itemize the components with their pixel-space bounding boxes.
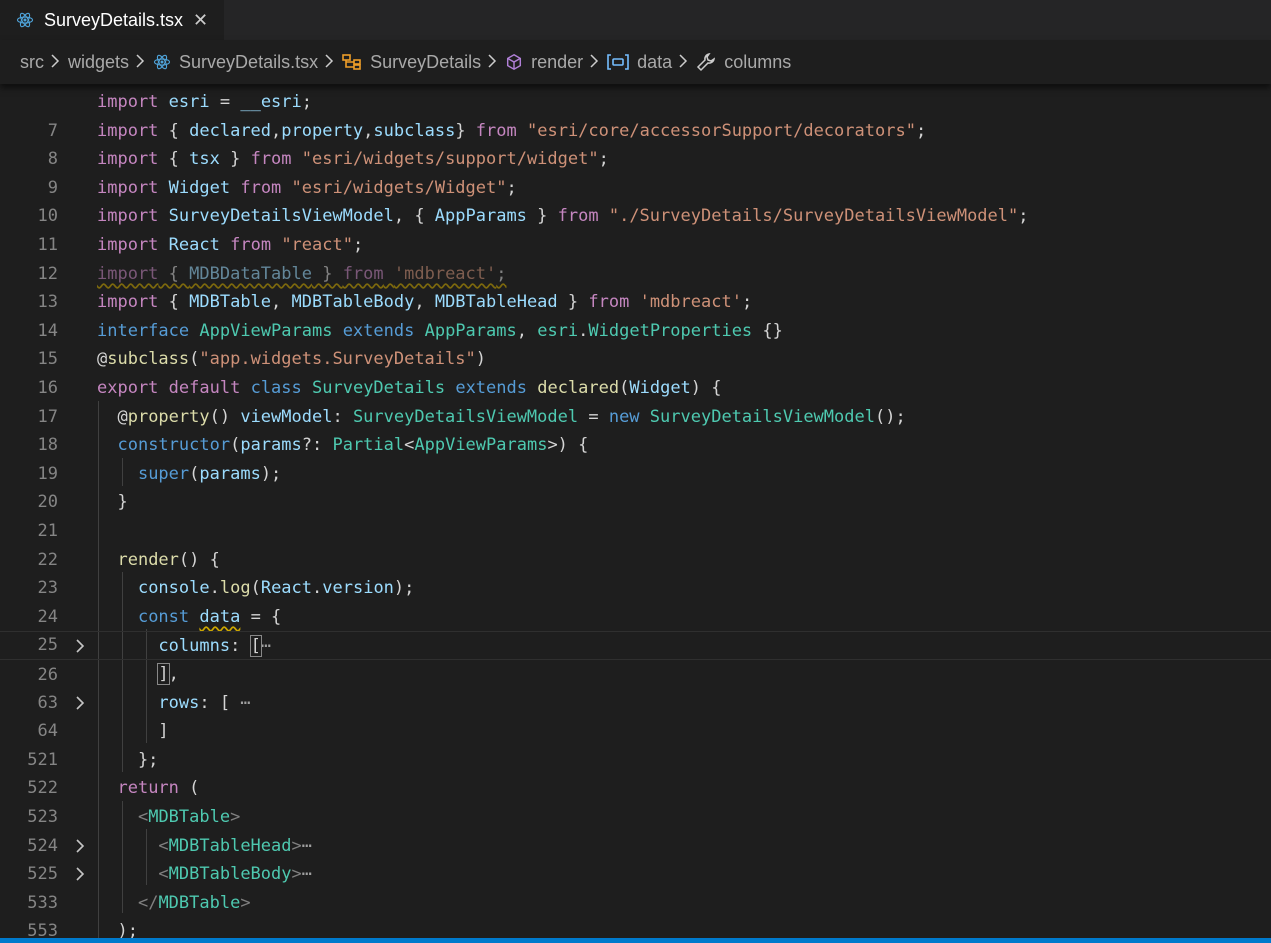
code-line: 63 ], — [0, 660, 1271, 713]
code-text: import { tsx } from "esri/widgets/suppor… — [97, 149, 609, 170]
code-text: constructor(params?: Partial<AppViewPara… — [117, 435, 589, 456]
code-text: export default class SurveyDetails exten… — [97, 378, 722, 398]
code-line: 553 </MDBTable> — [0, 889, 1271, 940]
react-icon — [16, 11, 34, 29]
code-text: import { MDBTable, MDBTableBody, MDBTabl… — [97, 292, 753, 313]
code-line: 554 ); — [0, 917, 1271, 940]
code-text: </MDBTable> — [137, 892, 251, 913]
code-line: 19 constructor(params?: Partial<AppViewP… — [0, 431, 1271, 484]
breadcrumb-method[interactable]: render — [505, 52, 607, 73]
chevron-right-icon — [589, 52, 599, 73]
code-text: <MDBTableBody>⋯ — [158, 864, 312, 885]
code-line: 23 render() { — [0, 546, 1271, 599]
react-icon — [153, 53, 171, 71]
code-line: 523 return ( — [0, 774, 1271, 827]
code-line: 64 rows: [ ⋯ — [0, 689, 1271, 742]
breadcrumb-file[interactable]: SurveyDetails.tsx — [153, 52, 342, 73]
code-text: ); — [97, 921, 138, 940]
code-text: ] — [97, 721, 169, 742]
code-text: super(params); — [137, 463, 282, 484]
tab-bar: SurveyDetails.tsx ✕ — [0, 0, 1271, 40]
breadcrumb-variable[interactable]: data — [607, 52, 696, 73]
tab-label: SurveyDetails.tsx — [44, 9, 184, 30]
variable-icon — [607, 54, 629, 70]
breadcrumb-src[interactable]: src — [20, 52, 68, 73]
breadcrumb-class[interactable]: SurveyDetails — [342, 52, 505, 73]
code-text: } — [97, 492, 128, 513]
code-line: 20 super(params); — [0, 460, 1271, 513]
code-text: import Widget from "esri/widgets/Widget"… — [97, 177, 517, 198]
code-line: 25 const data = { — [0, 603, 1271, 656]
chevron-right-icon — [324, 52, 334, 73]
code-line: 525 <MDBTableHead>⋯ — [0, 832, 1271, 885]
chevron-right-icon — [487, 52, 497, 73]
chevron-right-icon — [135, 52, 145, 73]
breadcrumb-widgets[interactable]: widgets — [68, 52, 153, 73]
code-text: columns: [⋯ — [158, 635, 272, 658]
code-text-unused-import: import { MDBDataTable } from 'mdbreact'; — [97, 263, 507, 284]
code-line: 14 import { MDBTable, MDBTableBody, MDBT… — [0, 288, 1271, 341]
code-line: 15 interface AppViewParams extends AppPa… — [0, 317, 1271, 370]
fold-expand-icon[interactable] — [72, 632, 88, 660]
status-bar — [0, 938, 1271, 943]
breadcrumb-label: widgets — [68, 51, 130, 72]
code-text: import { declared,property,subclass} fro… — [97, 120, 927, 141]
code-text: import esri = __esri; — [97, 92, 313, 112]
code-line: 8 import { declared,property,subclass} f… — [0, 117, 1271, 170]
code-text: return ( — [117, 778, 200, 799]
code-line: 524 <MDBTable> — [0, 803, 1271, 856]
method-icon — [505, 53, 523, 71]
code-text: render() { — [117, 549, 220, 570]
code-line: 9 import { tsx } from "esri/widgets/supp… — [0, 145, 1271, 198]
code-text: rows: [ ⋯ — [158, 692, 251, 713]
code-text: @subclass("app.widgets.SurveyDetails") — [97, 349, 486, 370]
code-text: const data = { — [137, 606, 282, 627]
code-line: 16 @subclass("app.widgets.SurveyDetails"… — [0, 345, 1271, 398]
fold-expand-icon[interactable] — [72, 860, 88, 888]
code-text: @property() viewModel: SurveyDetailsView… — [97, 406, 906, 427]
code-line: 13 import { MDBDataTable } from 'mdbreac… — [0, 260, 1271, 313]
code-text: import SurveyDetailsViewModel, { AppPara… — [97, 206, 1029, 227]
code-text: console.log(React.version); — [137, 578, 415, 599]
code-line: 533 <MDBTableBody>⋯ — [0, 860, 1271, 913]
breadcrumb-label: src — [20, 51, 44, 72]
code-line: 22 — [0, 517, 1271, 570]
fold-expand-icon[interactable] — [72, 832, 88, 860]
breadcrumb: src widgets SurveyDetails.tsx SurveyDeta… — [0, 40, 1271, 84]
tab-surveydetails[interactable]: SurveyDetails.tsx ✕ — [0, 0, 224, 40]
code-line: 10 import Widget from "esri/widgets/Widg… — [0, 174, 1271, 227]
fold-expand-icon[interactable] — [72, 689, 88, 717]
class-icon — [342, 53, 362, 71]
breadcrumb-label: render — [531, 51, 584, 72]
breadcrumb-label: columns — [724, 51, 792, 72]
code-line: 12 import React from "react"; — [0, 231, 1271, 284]
code-text: <MDBTable> — [137, 807, 241, 827]
chevron-right-icon — [50, 52, 60, 73]
chevron-right-icon — [678, 52, 688, 73]
close-icon[interactable]: ✕ — [193, 11, 208, 29]
code-text: interface AppViewParams extends AppParam… — [97, 320, 783, 341]
wrench-icon — [696, 52, 716, 72]
code-editor[interactable]: 7 import esri = __esri; 8 import { decla… — [0, 84, 1271, 940]
code-text: ], — [157, 663, 179, 685]
code-line: 7 import esri = __esri; — [0, 88, 1271, 141]
breadcrumb-label: data — [637, 51, 673, 72]
code-text: }; — [97, 749, 159, 770]
breadcrumb-label: SurveyDetails — [370, 51, 482, 72]
code-line: 24 console.log(React.version); — [0, 574, 1271, 627]
code-line: 522 }; — [0, 746, 1271, 799]
code-line-current: 26 columns: [⋯ — [0, 631, 1271, 685]
code-text: <MDBTableHead>⋯ — [158, 835, 312, 856]
code-line: 11 import SurveyDetailsViewModel, { AppP… — [0, 202, 1271, 255]
code-line: 21 } — [0, 488, 1271, 541]
code-line: 521 ] — [0, 717, 1271, 770]
code-text: import React from "react"; — [97, 235, 364, 255]
breadcrumb-property[interactable]: columns — [696, 52, 791, 73]
breadcrumb-label: SurveyDetails.tsx — [179, 51, 319, 72]
code-line: 17 export default class SurveyDetails ex… — [0, 374, 1271, 427]
code-line: 18 @property() viewModel: SurveyDetailsV… — [0, 403, 1271, 456]
